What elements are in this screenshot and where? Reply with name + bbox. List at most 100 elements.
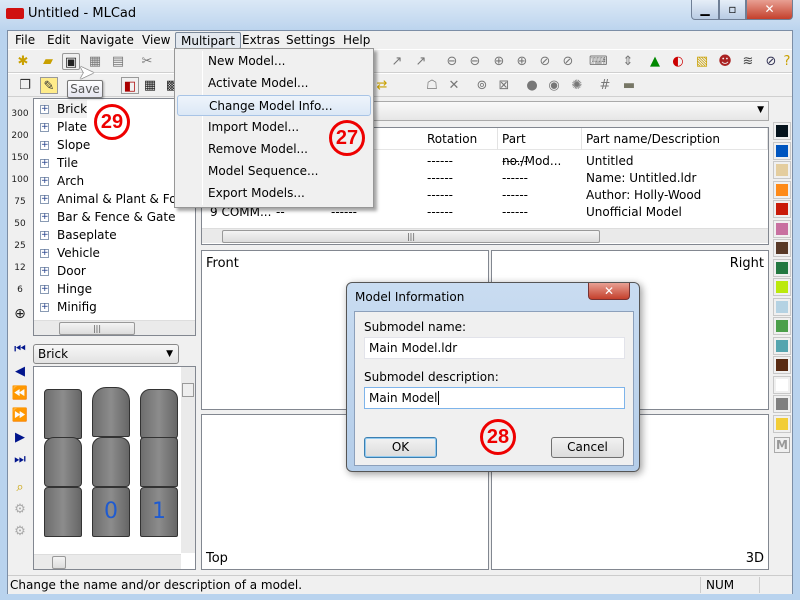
tree-item-bar[interactable]: + Bar & Fence & Gate [40, 208, 175, 226]
spring-icon[interactable]: ≋ [739, 53, 757, 70]
replace-color-icon[interactable]: ⚙ [10, 525, 30, 545]
ghost-icon[interactable]: ☖ [423, 77, 441, 94]
show-all-icon[interactable]: ⊚ [473, 77, 491, 94]
column-description[interactable]: Part name/Description [582, 128, 768, 150]
menu-multipart[interactable]: Multipart [175, 32, 241, 49]
tree-item-minifig[interactable]: + Minifig [40, 298, 97, 316]
print-icon[interactable]: ▤ [109, 53, 127, 70]
color-swatch[interactable] [773, 258, 791, 277]
tree-item-tile[interactable]: + Tile [40, 154, 78, 172]
previous-step-icon[interactable]: ◀ [10, 365, 30, 385]
part-brick-round[interactable] [140, 389, 178, 439]
rotate-z-icon[interactable]: ⊘ [559, 53, 577, 70]
rotate-z-icon[interactable]: ⊘ [536, 53, 554, 70]
parts-preview-grid[interactable]: 0 1 [33, 366, 196, 570]
cut-icon[interactable]: ✂ [138, 53, 156, 70]
color-swatch[interactable] [773, 278, 791, 296]
menu-settings[interactable]: Settings [281, 32, 340, 49]
menu-view[interactable]: View [137, 32, 175, 49]
color-swatch[interactable] [773, 122, 791, 140]
minifig-icon[interactable]: ☻ [716, 53, 734, 70]
next-step-icon[interactable]: ▶ [10, 431, 30, 451]
color-swatch[interactable] [773, 219, 791, 238]
color-swatch[interactable] [773, 141, 791, 160]
part-brick-printed[interactable] [44, 487, 82, 537]
color-swatch[interactable] [773, 336, 791, 355]
cancel-button[interactable]: Cancel [551, 437, 624, 458]
color-mode-icon[interactable]: ◧ [121, 77, 139, 94]
zoom-6-button[interactable]: 6 [10, 285, 30, 303]
menu-help[interactable]: Help [338, 32, 375, 49]
zoom-75-button[interactable]: 75 [10, 197, 30, 215]
color-swatch[interactable] [773, 161, 791, 179]
parts-category-select[interactable]: Brick ▼ [33, 344, 179, 364]
submodel-description-input[interactable]: Main Model [364, 387, 625, 409]
open-folder-icon[interactable]: ▰ [39, 53, 57, 70]
part-brick-0[interactable]: 0 [92, 487, 130, 537]
more-colors-button[interactable]: M [774, 437, 790, 453]
zoom-150-button[interactable]: 150 [10, 153, 30, 171]
zoom-200-button[interactable]: 200 [10, 131, 30, 149]
color-swatch[interactable] [773, 200, 791, 218]
grid-snap-icon[interactable]: # [596, 77, 614, 94]
menu-item-activate-model[interactable]: Activate Model... [177, 73, 371, 94]
minimize-button[interactable]: ▁ [691, 0, 719, 20]
color-swatch[interactable] [773, 297, 791, 316]
color-swatch[interactable] [773, 180, 791, 199]
rotate-icon[interactable]: ↗ [412, 53, 430, 70]
first-step-icon[interactable]: ⏮ [10, 343, 30, 363]
lights-icon[interactable]: ✺ [568, 77, 586, 94]
color-swatch[interactable] [773, 317, 791, 335]
color-swatch[interactable] [773, 239, 791, 257]
color-swatch[interactable] [773, 356, 791, 374]
fast-forward-icon[interactable]: ⏩ [10, 409, 30, 429]
tree-item-brick[interactable]: + Brick [40, 100, 88, 118]
edit-mode-icon[interactable]: ✎ [40, 77, 58, 94]
zoom-25-button[interactable]: 25 [10, 241, 30, 259]
tree-horizontal-scrollbar[interactable]: ||| [34, 320, 195, 335]
rotate-y-icon[interactable]: ⊕ [490, 53, 508, 70]
color-swatch[interactable] [773, 395, 791, 413]
part-cylinder[interactable] [92, 437, 130, 487]
tree-item-door[interactable]: + Door [40, 262, 86, 280]
hide-all-icon[interactable]: ⊠ [495, 77, 513, 94]
new-file-icon[interactable]: ✱ [14, 53, 32, 70]
table-horizontal-scrollbar[interactable]: ||| [202, 228, 768, 243]
part-brick-printed[interactable] [140, 437, 178, 487]
hide-icon[interactable]: ✕ [445, 77, 463, 94]
menu-navigate[interactable]: Navigate [75, 32, 139, 49]
submodel-name-input[interactable]: Main Model.ldr [364, 337, 625, 359]
tree-item-slope[interactable]: + Slope [40, 136, 90, 154]
color-swatch[interactable] [773, 414, 791, 433]
replace-part-icon[interactable]: ⚙ [10, 503, 30, 523]
menu-edit[interactable]: Edit [42, 32, 75, 49]
tree-item-arch[interactable]: + Arch [40, 172, 84, 190]
swap-icon[interactable]: ⇄ [373, 77, 391, 94]
keyboard-icon[interactable]: ⌨ [589, 53, 608, 70]
layers-icon[interactable]: ❐ [16, 77, 34, 94]
zoom-12-button[interactable]: 12 [10, 263, 30, 281]
part-brick-round-fins[interactable] [92, 387, 130, 437]
color-swatch[interactable] [773, 375, 791, 394]
tree-item-baseplate[interactable]: + Baseplate [40, 226, 117, 244]
tree-item-vehicle[interactable]: + Vehicle [40, 244, 100, 262]
generator-icon[interactable]: ◐ [669, 53, 687, 70]
preview-vertical-scrollbar[interactable] [181, 367, 195, 553]
rotate-icon[interactable]: ↗ [388, 53, 406, 70]
rotate-x-icon[interactable]: ⊖ [466, 53, 484, 70]
maximize-button[interactable]: ▫ [719, 0, 746, 20]
column-part-no[interactable]: Part no./Mod... [498, 128, 582, 168]
import-icon[interactable]: ▧ [693, 53, 711, 70]
zoom-300-button[interactable]: 300 [10, 109, 30, 127]
scroll-thumb[interactable]: ||| [59, 322, 135, 335]
tree-item-hinge[interactable]: + Hinge [40, 280, 92, 298]
light-icon[interactable]: ● [523, 77, 541, 94]
help-icon[interactable]: ? [778, 53, 796, 70]
zoom-50-button[interactable]: 50 [10, 219, 30, 237]
close-button[interactable]: ✕ [746, 0, 793, 20]
scroll-thumb[interactable]: ||| [222, 230, 600, 243]
step-icon[interactable]: ⇕ [619, 53, 637, 70]
ok-button[interactable]: OK [364, 437, 437, 458]
find-part-icon[interactable]: ⌕ [10, 481, 30, 501]
tree-item-plate[interactable]: + Plate [40, 118, 87, 136]
